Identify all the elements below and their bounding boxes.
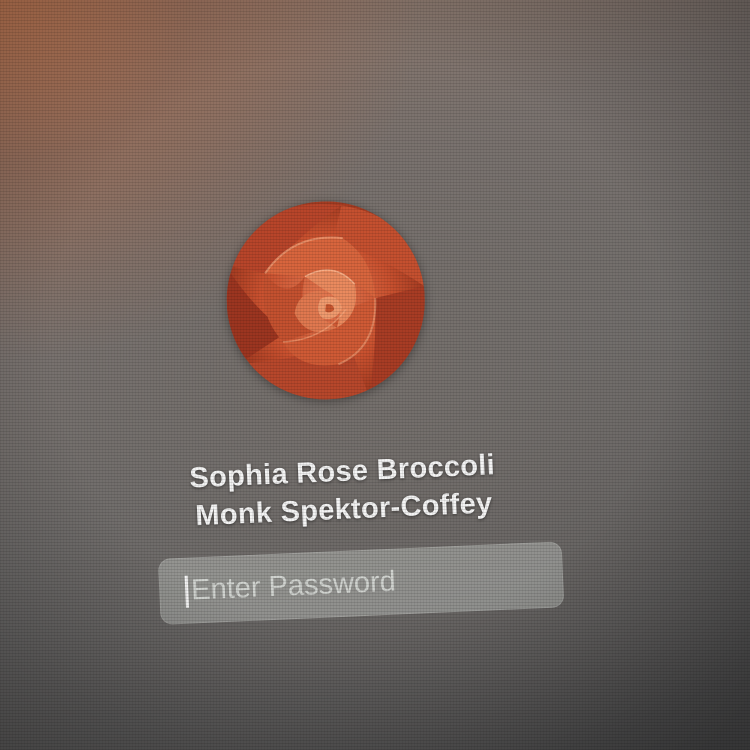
login-screen: Sophia Rose Broccoli Monk Spektor-Coffey — [0, 0, 750, 750]
password-input[interactable] — [157, 541, 565, 625]
password-field[interactable] — [157, 541, 565, 625]
user-avatar[interactable] — [222, 197, 429, 404]
rose-avatar-image — [222, 197, 429, 404]
user-full-name: Sophia Rose Broccoli Monk Spektor-Coffey — [122, 443, 565, 538]
